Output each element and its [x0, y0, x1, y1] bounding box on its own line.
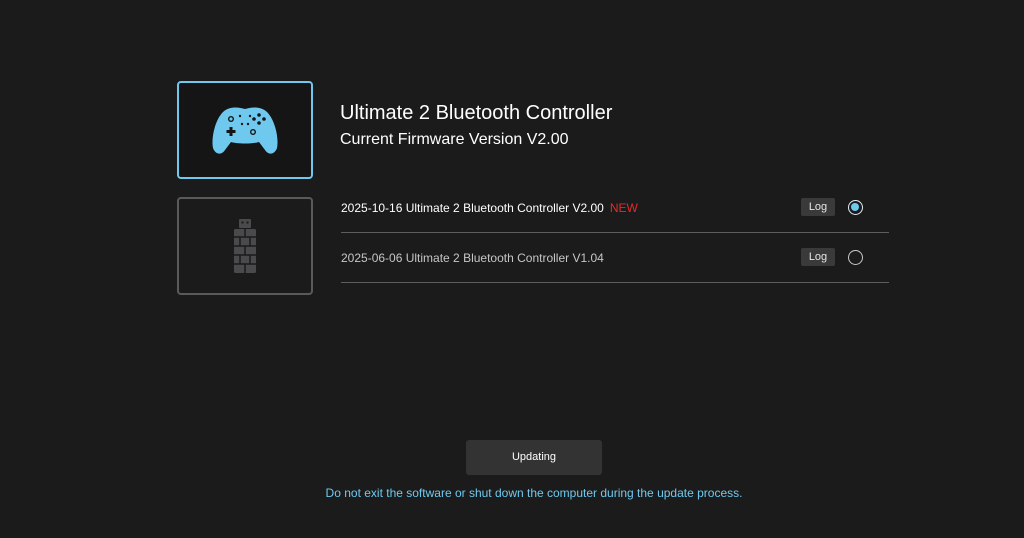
- firmware-radio[interactable]: [848, 250, 863, 265]
- firmware-row[interactable]: 2025-06-06 Ultimate 2 Bluetooth Controll…: [341, 233, 889, 283]
- update-warning-text: Do not exit the software or shut down th…: [325, 486, 743, 500]
- gamepad-icon: [212, 107, 278, 154]
- firmware-update-screen: Ultimate 2 Bluetooth Controller Current …: [0, 0, 1024, 538]
- usb-dongle-icon: [234, 219, 256, 273]
- device-title: Ultimate 2 Bluetooth Controller: [340, 102, 613, 124]
- new-badge: NEW: [609, 201, 638, 215]
- updating-button[interactable]: Updating: [466, 440, 602, 475]
- device-card-controller[interactable]: [177, 81, 313, 179]
- firmware-label: 2025-10-16 Ultimate 2 Bluetooth Controll…: [341, 201, 638, 215]
- device-card-usb-dongle[interactable]: [177, 197, 313, 295]
- log-button[interactable]: Log: [801, 248, 835, 266]
- firmware-row[interactable]: 2025-10-16 Ultimate 2 Bluetooth Controll…: [341, 183, 889, 233]
- firmware-label: 2025-06-06 Ultimate 2 Bluetooth Controll…: [341, 251, 604, 265]
- current-firmware-version: Current Firmware Version V2.00: [340, 131, 569, 148]
- firmware-name: 2025-10-16 Ultimate 2 Bluetooth Controll…: [341, 201, 604, 215]
- firmware-radio-selected[interactable]: [848, 200, 863, 215]
- log-button[interactable]: Log: [801, 198, 835, 216]
